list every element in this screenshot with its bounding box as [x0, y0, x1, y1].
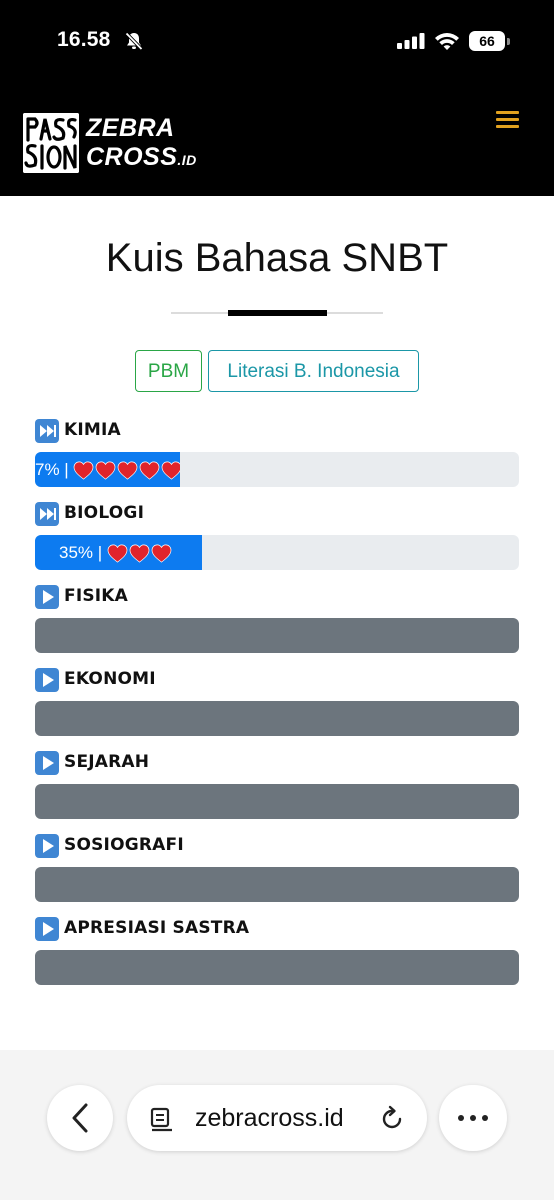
url-text: zebracross.id	[195, 1104, 344, 1132]
subject-sejarah[interactable]: SEJARAH	[35, 750, 519, 819]
play-icon	[35, 751, 59, 775]
progress-fill: 35% |	[35, 535, 202, 570]
tab-literasi-b-indonesia[interactable]: Literasi B. Indonesia	[208, 350, 419, 392]
heart-icon	[162, 461, 180, 480]
play-icon	[35, 668, 59, 692]
subject-label: BIOLOGI	[64, 503, 145, 523]
page-menu-icon	[150, 1107, 172, 1132]
hearts-row	[73, 460, 180, 480]
site-logo-text[interactable]: ZEBRA CROSS.ID	[86, 114, 197, 175]
progress-percent: 7% |	[35, 460, 74, 479]
chevron-left-icon	[72, 1103, 88, 1133]
bell-slash-icon	[125, 32, 143, 51]
play-icon	[35, 834, 59, 858]
logo-cross-text: CROSS	[86, 143, 178, 171]
progress-bar-empty	[35, 701, 519, 736]
heart-icon	[96, 461, 116, 480]
progress-bar-empty	[35, 784, 519, 819]
subject-sosiografi-link[interactable]: SOSIOGRAFI	[35, 833, 519, 859]
heart-icon	[74, 461, 94, 480]
progress-bar-empty	[35, 867, 519, 902]
subject-label: APRESIASI SASTRA	[64, 918, 250, 938]
progress-percent: 35% |	[59, 543, 107, 562]
subject-ekonomi-link[interactable]: EKONOMI	[35, 667, 519, 693]
back-button[interactable]	[47, 1085, 113, 1151]
subject-label: KIMIA	[64, 420, 121, 440]
progress-bar: 35% |	[35, 535, 519, 570]
hearts-row	[107, 543, 173, 563]
subject-fisika-link[interactable]: FISIKA	[35, 584, 519, 610]
logo-line-zebra: ZEBRA	[86, 114, 175, 142]
battery-cap	[507, 38, 510, 45]
subject-biologi-link[interactable]: BIOLOGI	[35, 501, 519, 527]
ellipsis-icon	[458, 1115, 488, 1121]
cellular-signal-icon	[397, 33, 425, 49]
subject-label: SOSIOGRAFI	[64, 835, 184, 855]
subject-label: SEJARAH	[64, 752, 150, 772]
progress-label: 35% |	[59, 535, 173, 570]
subject-apresiasi-sastra-link[interactable]: APRESIASI SASTRA	[35, 916, 519, 942]
progress-bar: 7% |	[35, 452, 519, 487]
heart-icon	[118, 461, 138, 480]
subject-label: FISIKA	[64, 586, 129, 606]
logo-line-cross: CROSS.ID	[86, 143, 197, 175]
subject-sejarah-link[interactable]: SEJARAH	[35, 750, 519, 776]
battery-indicator: 66	[469, 31, 505, 51]
status-time: 16.58	[57, 28, 111, 51]
play-icon	[35, 917, 59, 941]
hamburger-menu-icon[interactable]	[494, 108, 522, 132]
heart-icon	[107, 544, 128, 563]
logo-passion-graphic	[23, 113, 79, 173]
wifi-icon	[435, 33, 459, 50]
subject-kimia-link[interactable]: KIMIA	[35, 418, 519, 444]
fast-forward-icon	[35, 502, 59, 526]
fast-forward-icon	[35, 419, 59, 443]
subject-sosiografi[interactable]: SOSIOGRAFI	[35, 833, 519, 902]
progress-fill: 7% |	[35, 452, 180, 487]
logo-suffix: .ID	[177, 152, 197, 168]
play-icon	[35, 585, 59, 609]
subject-fisika[interactable]: FISIKA	[35, 584, 519, 653]
progress-label: 7% |	[35, 452, 180, 487]
progress-bar-empty	[35, 618, 519, 653]
progress-bar-empty	[35, 950, 519, 985]
heart-icon	[151, 544, 172, 563]
site-header: 16.58 66 ZEBRA CROSS.ID	[0, 0, 554, 196]
heart-icon	[140, 461, 160, 480]
subject-biologi: BIOLOGI 35% |	[35, 501, 519, 570]
title-divider-accent	[228, 310, 327, 316]
heart-icon	[129, 544, 150, 563]
site-logo-mark[interactable]	[23, 113, 79, 173]
address-bar[interactable]: zebracross.id	[127, 1085, 427, 1151]
subject-label: EKONOMI	[64, 669, 156, 689]
subject-kimia: KIMIA 7% |	[35, 418, 519, 487]
tab-pbm[interactable]: PBM	[135, 350, 202, 392]
page-title: Kuis Bahasa SNBT	[105, 236, 449, 280]
subject-ekonomi[interactable]: EKONOMI	[35, 667, 519, 736]
more-options-button[interactable]	[439, 1085, 507, 1151]
reload-icon[interactable]	[379, 1104, 407, 1132]
subject-apresiasi-sastra[interactable]: APRESIASI SASTRA	[35, 916, 519, 985]
